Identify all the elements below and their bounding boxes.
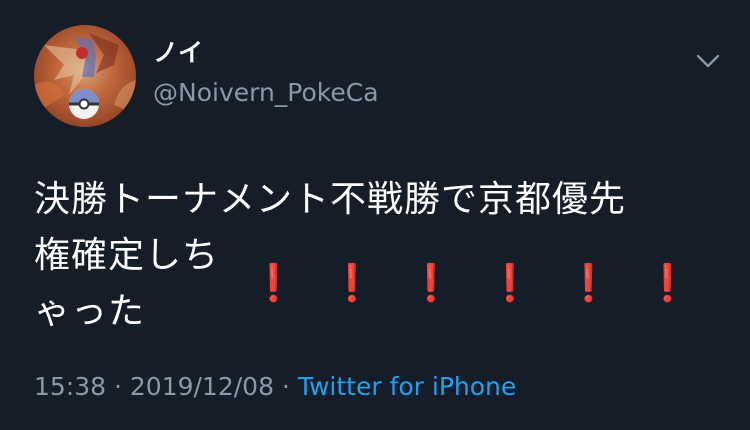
tweet-text: 決勝トーナメント不戦勝で京都優先 権確定しちゃった ❗❗❗❗❗❗ (34, 172, 724, 340)
meta-separator: · (273, 372, 298, 401)
tweet-card: ノイ @Noivern_PokeCa 決勝トーナメント不戦勝で京都優先 権確定し… (0, 0, 750, 430)
tweet-text-segment: 権確定しちゃった (34, 235, 220, 332)
exclamation-emoji: ❗❗❗❗❗❗ (251, 263, 724, 304)
tweet-time[interactable]: 15:38 (34, 372, 106, 401)
tweet-text-line: 決勝トーナメント不戦勝で京都優先 (34, 179, 627, 220)
meta-separator: · (106, 372, 130, 401)
user-handle[interactable]: @Noivern_PokeCa (153, 78, 379, 108)
avatar[interactable] (34, 25, 136, 127)
avatar-icon (34, 33, 136, 120)
tweet-text-line: 権確定しちゃった ❗❗❗❗❗❗ (34, 228, 724, 340)
source-link[interactable]: Twitter for iPhone (298, 372, 516, 401)
tweet-meta: 15:38 · 2019/12/08 · Twitter for iPhone (34, 370, 516, 404)
tweet-date[interactable]: 2019/12/08 (130, 372, 274, 401)
display-name[interactable]: ノイ (153, 38, 203, 68)
chevron-down-icon[interactable] (694, 50, 722, 72)
